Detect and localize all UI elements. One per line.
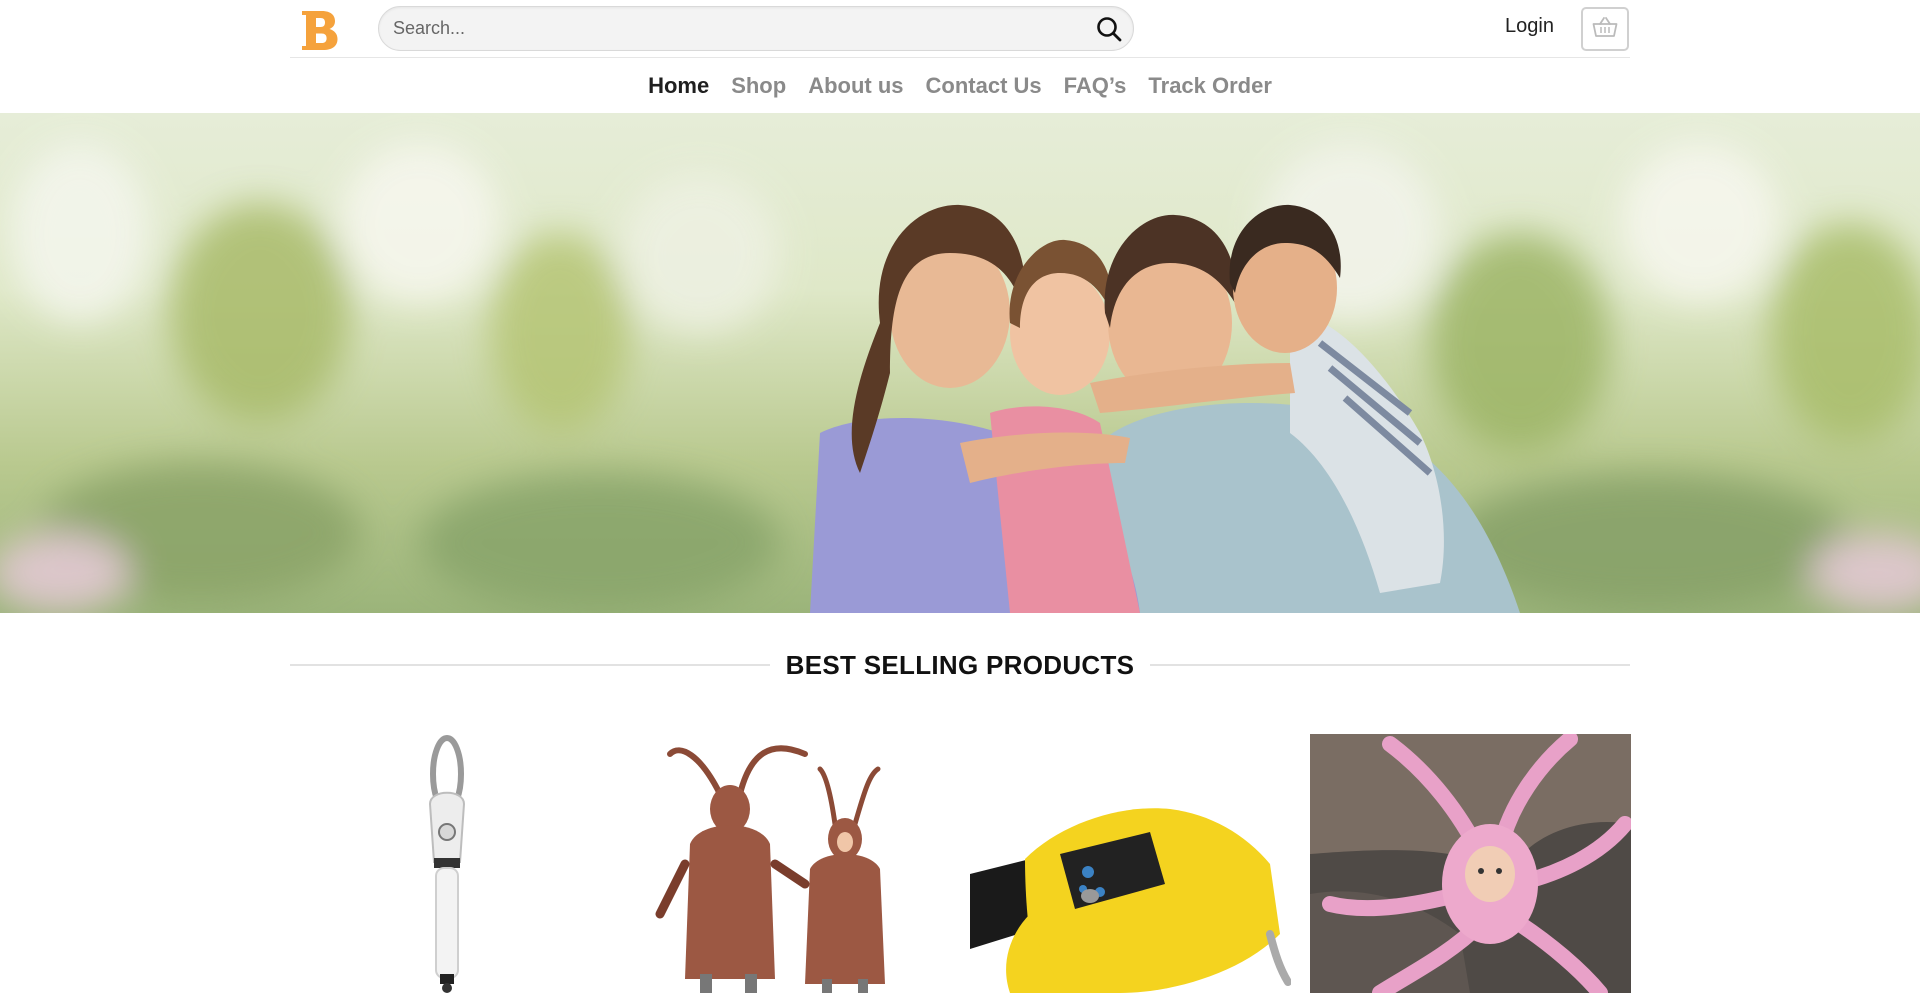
hero-family-image — [0, 113, 1920, 613]
search-icon[interactable] — [1095, 15, 1123, 43]
site-header: Login Home Shop About us Contact Us FAQ’… — [0, 0, 1920, 113]
basket-icon — [1592, 16, 1618, 43]
divider-left — [290, 664, 770, 666]
bluetooth-gloves-image — [970, 734, 1291, 993]
nav-item-contact-us[interactable]: Contact Us — [926, 73, 1042, 99]
nav-item-faqs[interactable]: FAQ’s — [1064, 73, 1127, 99]
product-grid — [290, 734, 1632, 993]
search-input[interactable] — [393, 7, 1073, 50]
product-card-bluetooth-gloves[interactable] — [970, 734, 1291, 993]
octopus-costume-image — [1310, 734, 1631, 993]
cockroach-costume-image — [630, 734, 951, 993]
login-link[interactable]: Login — [1505, 15, 1554, 38]
section-title: BEST SELLING PRODUCTS — [785, 649, 1135, 680]
logo-b-icon — [302, 11, 338, 50]
header-inner: Login Home Shop About us Contact Us FAQ’… — [290, 0, 1630, 113]
section-header: BEST SELLING PRODUCTS — [290, 643, 1630, 687]
product-card-drain-plunger[interactable] — [290, 734, 611, 993]
drain-plunger-image — [290, 734, 611, 993]
cart-button[interactable] — [1581, 7, 1629, 51]
nav-item-home[interactable]: Home — [648, 73, 709, 99]
site-logo[interactable] — [298, 8, 340, 52]
product-card-octopus-costume[interactable] — [1310, 734, 1631, 993]
nav-item-about-us[interactable]: About us — [808, 73, 903, 99]
nav-item-shop[interactable]: Shop — [731, 73, 786, 99]
product-card-cockroach-costume[interactable] — [630, 734, 951, 993]
search-bar — [378, 6, 1134, 51]
main-nav: Home Shop About us Contact Us FAQ’s Trac… — [290, 58, 1630, 113]
nav-item-track-order[interactable]: Track Order — [1148, 73, 1272, 99]
divider-right — [1150, 664, 1630, 666]
hero-banner — [0, 113, 1920, 613]
top-bar: Login — [290, 0, 1630, 58]
